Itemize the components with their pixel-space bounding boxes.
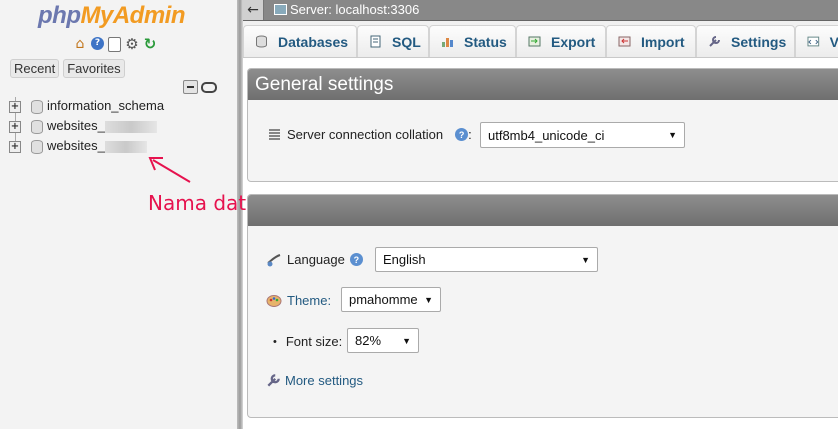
appearance-settings-header [248,195,838,226]
wrench-icon [709,36,720,47]
language-row: Language ? [266,252,363,267]
variables-icon [807,36,820,47]
language-value: English [383,252,426,267]
chevron-down-icon: ▼ [402,335,411,346]
tab-status[interactable]: Status [429,25,516,57]
top-breadcrumb-bar: ← Server: localhost:3306 [243,0,838,21]
font-size-value: 82% [355,333,382,348]
sql-icon [370,35,381,48]
tab-variables[interactable]: V [795,25,838,57]
tab-databases[interactable]: Databases [243,25,357,57]
database-icon [256,35,267,48]
collation-value: utf8mb4_unicode_ci [488,127,605,143]
back-button[interactable]: ← [243,0,264,20]
collation-label: Server connection collation [287,127,444,142]
help-icon[interactable]: ? [455,128,469,141]
export-icon [528,36,541,47]
tab-label: Export [551,33,596,50]
import-icon [618,36,631,47]
language-icon [267,253,281,266]
collation-colon: : [468,127,472,142]
more-settings-row[interactable]: More settings [266,373,363,388]
wrench-icon [267,374,280,387]
font-size-row: • Font size: [273,334,342,349]
tab-settings[interactable]: Settings [696,25,795,57]
more-settings-link[interactable]: More settings [285,373,363,388]
chevron-down-icon: ▼ [581,254,590,265]
palette-icon [266,294,282,307]
tab-label: Settings [731,33,787,50]
help-icon[interactable]: ? [349,253,363,266]
language-label: Language [287,252,345,267]
tab-export[interactable]: Export [516,25,606,57]
chevron-down-icon: ▼ [424,294,433,305]
theme-row: Theme: [266,293,331,308]
tab-label: Databases [278,33,349,50]
font-size-select[interactable]: 82% ▼ [347,328,419,353]
appearance-settings-panel: Language ? English ▼ Theme: pmahomme ▼ •… [247,194,838,418]
collation-list-icon [269,129,280,140]
tab-import[interactable]: Import [606,25,696,57]
main-tab-bar: Databases SQL Status Export Import Setti… [243,21,838,58]
theme-label[interactable]: Theme: [287,293,331,308]
tab-label: SQL [392,33,421,50]
tab-label: Status [464,33,507,50]
tab-sql[interactable]: SQL [357,25,429,57]
font-size-label: Font size: [285,334,343,349]
tab-label: Import [641,33,685,50]
collation-row: Server connection collation ? : [268,127,472,142]
bullet-icon: • [273,335,277,348]
status-chart-icon [442,38,453,47]
chevron-down-icon: ▼ [668,130,677,140]
theme-select[interactable]: pmahomme ▼ [341,287,441,312]
tab-label: V [829,33,838,50]
language-select[interactable]: English ▼ [375,247,598,272]
breadcrumb-server: Server: localhost:3306 [290,2,420,17]
general-settings-title: General settings [248,69,838,100]
collation-select[interactable]: utf8mb4_unicode_ci ▼ [480,122,685,148]
theme-value: pmahomme [349,292,418,307]
general-settings-panel: General settings Server connection colla… [247,68,838,182]
server-icon [274,4,287,15]
breadcrumb[interactable]: Server: localhost:3306 [274,2,419,17]
